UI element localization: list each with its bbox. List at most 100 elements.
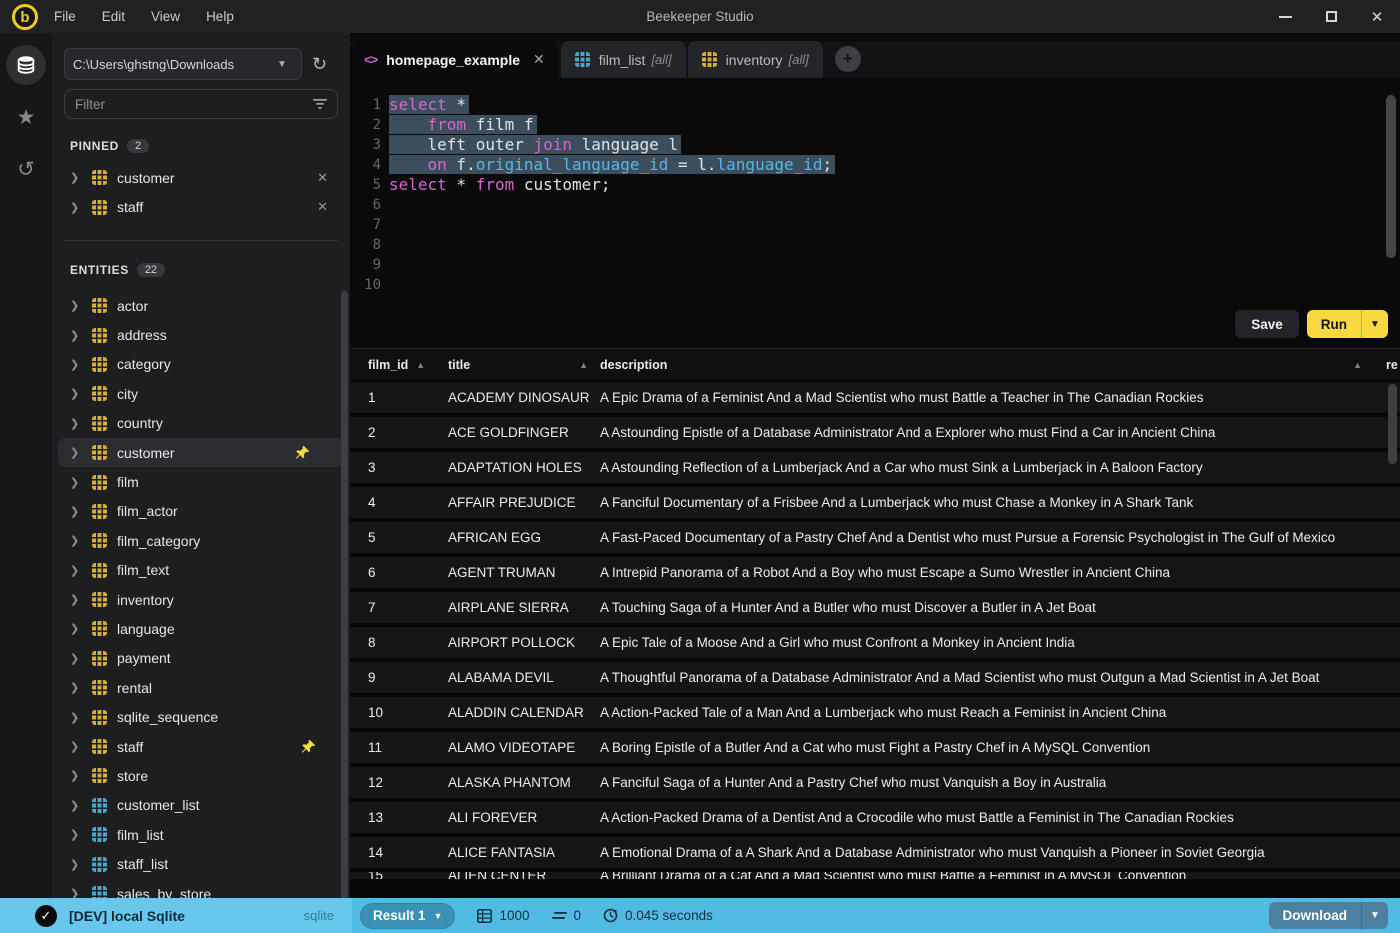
cell-title[interactable]: AIRPORT POLLOCK bbox=[448, 635, 575, 650]
column-header-title[interactable]: title ▲ bbox=[448, 349, 598, 380]
table-row[interactable]: 13 ALI FOREVER A Action-Packed Drama of a … bbox=[350, 802, 1400, 833]
chevron-right-icon[interactable]: ❯ bbox=[70, 769, 92, 782]
results-vertical-scrollbar[interactable] bbox=[1388, 384, 1397, 464]
sidebar-item-rental[interactable]: ❯ rental bbox=[52, 673, 350, 702]
table-row[interactable]: 7 AIRPLANE SIERRA A Touching Saga of a Hun… bbox=[350, 592, 1400, 623]
close-button[interactable]: ✕ bbox=[1354, 0, 1400, 33]
cell-film-id[interactable]: 10 bbox=[368, 705, 383, 720]
chevron-right-icon[interactable]: ❯ bbox=[70, 505, 92, 518]
chevron-right-icon[interactable]: ❯ bbox=[70, 299, 92, 312]
chevron-right-icon[interactable]: ❯ bbox=[70, 417, 92, 430]
pin-icon[interactable] bbox=[301, 739, 316, 754]
unpin-close-icon[interactable]: ✕ bbox=[317, 199, 328, 215]
table-row[interactable]: 2 ACE GOLDFINGER A Astounding Epistle of a… bbox=[350, 417, 1400, 448]
cell-description[interactable]: A Action-Packed Drama of a Dentist And a… bbox=[600, 810, 1234, 825]
table-row[interactable]: 14 ALICE FANTASIA A Emotional Drama of a A… bbox=[350, 837, 1400, 868]
sidebar-item-film_category[interactable]: ❯ film_category bbox=[52, 526, 350, 555]
chevron-right-icon[interactable]: ❯ bbox=[70, 201, 92, 214]
chevron-right-icon[interactable]: ❯ bbox=[70, 828, 92, 841]
run-options-button[interactable]: ▼ bbox=[1362, 310, 1388, 338]
pin-icon[interactable] bbox=[295, 445, 310, 460]
menu-edit[interactable]: Edit bbox=[102, 9, 125, 24]
chevron-right-icon[interactable]: ❯ bbox=[70, 358, 92, 371]
chevron-right-icon[interactable]: ❯ bbox=[70, 622, 92, 635]
chevron-right-icon[interactable]: ❯ bbox=[70, 534, 92, 547]
sidebar-item-staff[interactable]: ❯ staff ✕ bbox=[52, 192, 350, 221]
cell-title[interactable]: ALASKA PHANTOM bbox=[448, 775, 571, 790]
chevron-right-icon[interactable]: ❯ bbox=[70, 171, 92, 184]
sidebar-item-film[interactable]: ❯ film bbox=[52, 467, 350, 496]
download-button[interactable]: Download bbox=[1268, 902, 1362, 929]
cell-film-id[interactable]: 5 bbox=[368, 530, 376, 545]
cell-title[interactable]: ACADEMY DINOSAUR bbox=[448, 390, 590, 405]
editor-scrollbar[interactable] bbox=[1386, 95, 1396, 258]
sidebar-item-sqlite_sequence[interactable]: ❯ sqlite_sequence bbox=[52, 702, 350, 731]
cell-description[interactable]: A Astounding Epistle of a Database Admin… bbox=[600, 425, 1215, 440]
cell-film-id[interactable]: 4 bbox=[368, 495, 376, 510]
sidebar-item-customer[interactable]: ❯ customer bbox=[58, 437, 344, 468]
chevron-right-icon[interactable]: ❯ bbox=[70, 329, 92, 342]
sidebar-item-film_list[interactable]: ❯ film_list bbox=[52, 820, 350, 849]
unpin-close-icon[interactable]: ✕ bbox=[317, 170, 328, 186]
connection-status[interactable]: ✓ [DEV] local Sqlite sqlite bbox=[0, 898, 352, 933]
table-row[interactable]: 3 ADAPTATION HOLES A Astounding Reflection… bbox=[350, 452, 1400, 483]
cell-description[interactable]: A Astounding Reflection of a Lumberjack … bbox=[600, 460, 1203, 475]
cell-title[interactable]: ALI FOREVER bbox=[448, 810, 537, 825]
cell-film-id[interactable]: 2 bbox=[368, 425, 376, 440]
sidebar-item-payment[interactable]: ❯ payment bbox=[52, 644, 350, 673]
save-button[interactable]: Save bbox=[1235, 310, 1299, 338]
cell-title[interactable]: ALIEN CENTER bbox=[448, 872, 546, 879]
chevron-right-icon[interactable]: ❯ bbox=[70, 711, 92, 724]
cell-title[interactable]: AIRPLANE SIERRA bbox=[448, 600, 569, 615]
cell-film-id[interactable]: 7 bbox=[368, 600, 376, 615]
cell-description[interactable]: A Brilliant Drama of a Cat And a Mad Sci… bbox=[600, 872, 1186, 879]
chevron-right-icon[interactable]: ❯ bbox=[70, 387, 92, 400]
sidebar-item-category[interactable]: ❯ category bbox=[52, 350, 350, 379]
cell-film-id[interactable]: 14 bbox=[368, 845, 383, 860]
column-header-film-id[interactable]: film_id ▲ bbox=[368, 349, 425, 380]
cell-description[interactable]: A Fanciful Saga of a Hunter And a Pastry… bbox=[600, 775, 1106, 790]
table-row[interactable]: 15 ALIEN CENTER A Brilliant Drama of a Cat… bbox=[350, 872, 1400, 879]
table-row[interactable]: 8 AIRPORT POLLOCK A Epic Tale of a Moose A… bbox=[350, 627, 1400, 658]
minimize-button[interactable] bbox=[1262, 0, 1308, 33]
sidebar-item-country[interactable]: ❯ country bbox=[52, 409, 350, 438]
chevron-right-icon[interactable]: ❯ bbox=[70, 652, 92, 665]
cell-description[interactable]: A Intrepid Panorama of a Robot And a Boy… bbox=[600, 565, 1170, 580]
database-tab-button[interactable] bbox=[6, 45, 46, 85]
cell-title[interactable]: ALABAMA DEVIL bbox=[448, 670, 554, 685]
table-row[interactable]: 12 ALASKA PHANTOM A Fanciful Saga of a Hun… bbox=[350, 767, 1400, 798]
sidebar-item-staff_list[interactable]: ❯ staff_list bbox=[52, 849, 350, 878]
tab-inventory[interactable]: inventory [all] bbox=[687, 41, 823, 78]
cell-title[interactable]: AFRICAN EGG bbox=[448, 530, 541, 545]
column-header-description[interactable]: description ▲ bbox=[600, 349, 1370, 380]
column-header-partial[interactable]: re bbox=[1386, 349, 1398, 380]
cell-description[interactable]: A Thoughtful Panorama of a Database Admi… bbox=[600, 670, 1319, 685]
tab-close-icon[interactable]: ✕ bbox=[533, 51, 545, 68]
tab-film_list[interactable]: film_list [all] bbox=[560, 41, 686, 78]
cell-title[interactable]: ADAPTATION HOLES bbox=[448, 460, 582, 475]
sql-editor[interactable]: 1 select * 2 from film f 3 left outer join … bbox=[350, 78, 1400, 348]
new-tab-button[interactable]: + bbox=[834, 46, 861, 72]
table-row[interactable]: 6 AGENT TRUMAN A Intrepid Panorama of a Ro… bbox=[350, 557, 1400, 588]
table-row[interactable]: 10 ALADDIN CALENDAR A Action-Packed Tale o… bbox=[350, 697, 1400, 728]
run-button[interactable]: Run bbox=[1306, 310, 1362, 338]
cell-film-id[interactable]: 6 bbox=[368, 565, 376, 580]
sidebar-item-inventory[interactable]: ❯ inventory bbox=[52, 585, 350, 614]
sidebar-item-film_text[interactable]: ❯ film_text bbox=[52, 556, 350, 585]
chevron-right-icon[interactable]: ❯ bbox=[70, 593, 92, 606]
cell-description[interactable]: A Fanciful Documentary of a Frisbee And … bbox=[600, 495, 1193, 510]
history-tab-button[interactable]: ↺ bbox=[6, 149, 46, 189]
chevron-right-icon[interactable]: ❯ bbox=[70, 564, 92, 577]
cell-title[interactable]: ACE GOLDFINGER bbox=[448, 425, 569, 440]
cell-film-id[interactable]: 9 bbox=[368, 670, 376, 685]
maximize-button[interactable] bbox=[1308, 0, 1354, 33]
chevron-right-icon[interactable]: ❯ bbox=[70, 887, 92, 898]
table-row[interactable]: 11 ALAMO VIDEOTAPE A Boring Epistle of a B… bbox=[350, 732, 1400, 763]
cell-film-id[interactable]: 15 bbox=[368, 872, 383, 879]
cell-title[interactable]: ALICE FANTASIA bbox=[448, 845, 555, 860]
cell-film-id[interactable]: 13 bbox=[368, 810, 383, 825]
sidebar-scrollbar[interactable] bbox=[341, 291, 348, 898]
sidebar-item-customer_list[interactable]: ❯ customer_list bbox=[52, 791, 350, 820]
result-selector[interactable]: Result 1 ▼ bbox=[360, 902, 456, 929]
chevron-right-icon[interactable]: ❯ bbox=[70, 476, 92, 489]
